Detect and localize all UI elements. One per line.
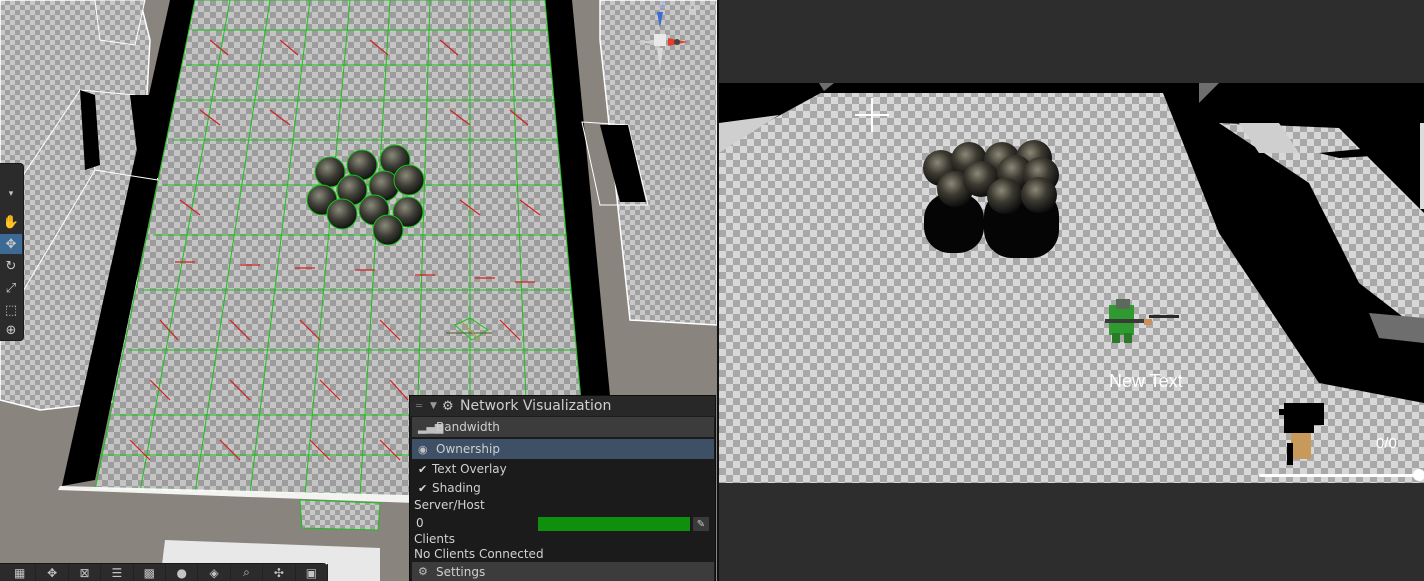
network-icon: ⚙ [442, 398, 454, 414]
camera-icon: ▣ [305, 565, 318, 580]
color-picker-button[interactable]: ✎ [693, 517, 709, 531]
lock-icon[interactable] [688, 4, 697, 15]
camera-button[interactable]: ▣ [296, 563, 329, 581]
scene-tools-overlay: ▾ ✋ ✥ ↻ ⤢ ⬚ ⊕ [0, 163, 24, 341]
move-icon: ✥ [47, 565, 58, 580]
search-button[interactable]: ⌕ [231, 563, 264, 581]
view-options-button[interactable]: ▦ [4, 563, 37, 581]
hand-icon: ✋ [2, 214, 20, 230]
health-slider-track[interactable] [1259, 474, 1424, 477]
server-host-label: Server/Host [414, 498, 485, 512]
game-barrel-cluster [923, 140, 1059, 258]
tool-dropdown[interactable]: ▾ [0, 184, 22, 204]
ammo-counter: 0/0 [1376, 435, 1397, 452]
rotate-icon: ↻ [5, 258, 17, 274]
game-render [719, 83, 1424, 483]
transform-tool-button[interactable]: ⊕ [0, 320, 22, 340]
text-overlay-label: Text Overlay [432, 462, 507, 476]
search-icon: ⌕ [243, 565, 250, 579]
hand-tool-button[interactable]: ✋ [0, 212, 22, 232]
pivot-button[interactable]: ✣ [263, 563, 296, 581]
settings-foldout[interactable]: ⚙ Settings [412, 562, 714, 581]
tab-bandwidth-label: Bandwidth [436, 420, 500, 434]
network-visualization-header[interactable]: ═ ▼ ⚙ Network Visualization [410, 396, 715, 416]
text-overlay-toggle[interactable]: ✔ Text Overlay [412, 459, 714, 479]
z-axis-label: Z [659, 1, 666, 11]
move-arrows-icon: ✥ [5, 236, 17, 252]
clients-label: Clients [414, 532, 455, 546]
scrollbar-edge [1420, 123, 1424, 209]
layers-button[interactable]: ◈ [198, 563, 231, 581]
checkmark-icon: ✔ [418, 481, 428, 495]
move-tool-button[interactable]: ✥ [0, 234, 22, 254]
server-color-fill [538, 517, 690, 531]
server-color-swatch[interactable] [538, 517, 690, 531]
chevron-down-icon: ▾ [8, 189, 14, 199]
eyedropper-icon: ✎ [696, 518, 706, 530]
grid-icon: ▩ [143, 565, 155, 580]
checkmark-icon: ✔ [418, 462, 428, 476]
game-viewport[interactable]: New Text 0/0 [719, 83, 1424, 483]
rect-snap-button[interactable]: ⊠ [69, 563, 102, 581]
move-snap-button[interactable]: ✥ [36, 563, 69, 581]
clients-status: No Clients Connected [414, 547, 544, 561]
pivot-icon: ✣ [273, 565, 284, 580]
crosshair-icon [855, 98, 889, 132]
layers-icon: ◈ [209, 565, 219, 580]
world-text-label: New Text [1109, 371, 1183, 391]
rect-icon: ⊠ [79, 565, 90, 580]
rect-transform-icon: ⬚ [4, 302, 18, 318]
signal-bars-icon: ▂▄▆ [418, 420, 444, 434]
align-button[interactable]: ☰ [101, 563, 134, 581]
sphere-icon: ● [176, 565, 187, 580]
scene-view[interactable]: Z Persp ▾ ✋ ✥ ↻ ⤢ ⬚ ⊕ ▦ ✥ ⊠ ☰ ▩ ● ◈ ⌕ ✣ … [0, 0, 717, 581]
transform-icon: ⊕ [5, 322, 17, 338]
shading-mode-button[interactable]: ● [166, 563, 199, 581]
shading-label: Shading [432, 481, 481, 495]
tab-bandwidth[interactable]: ▂▄▆ Bandwidth [412, 417, 714, 437]
align-icon: ☰ [111, 565, 123, 580]
view-tool-icon: ▦ [14, 565, 26, 580]
orientation-gizmo[interactable]: Z Persp [628, 1, 708, 102]
rect-tool-button[interactable]: ⬚ [0, 300, 22, 320]
network-visualization-panel: ═ ▼ ⚙ Network Visualization ▂▄▆ Bandwidt… [409, 395, 716, 581]
scale-icon: ⤢ [5, 280, 17, 296]
settings-label: Settings [436, 564, 486, 579]
projection-label[interactable]: Persp [654, 84, 684, 97]
grid-button[interactable]: ▩ [134, 563, 167, 581]
panel-title: Network Visualization [460, 398, 612, 414]
gear-icon: ⚙ [418, 565, 428, 578]
rotate-tool-button[interactable]: ↻ [0, 256, 22, 276]
health-slider-handle[interactable] [1413, 469, 1424, 481]
tab-ownership[interactable]: ◉ Ownership [412, 439, 714, 459]
tab-ownership-label: Ownership [436, 442, 500, 456]
scene-bottom-toolbar: ▦ ✥ ⊠ ☰ ▩ ● ◈ ⌕ ✣ ▣ [0, 563, 329, 581]
shading-toggle[interactable]: ✔ Shading [412, 478, 714, 498]
collapse-triangle-icon[interactable]: ▼ [430, 401, 442, 411]
server-host-value: 0 [416, 516, 424, 530]
scale-tool-button[interactable]: ⤢ [0, 278, 22, 298]
editor-root: Z Persp ▾ ✋ ✥ ↻ ⤢ ⬚ ⊕ ▦ ✥ ⊠ ☰ ▩ ● ◈ ⌕ ✣ … [0, 0, 1424, 581]
game-view[interactable]: New Text 0/0 [719, 0, 1424, 581]
user-icon: ◉ [418, 442, 428, 456]
drag-handle-icon[interactable]: ═ [416, 401, 430, 412]
